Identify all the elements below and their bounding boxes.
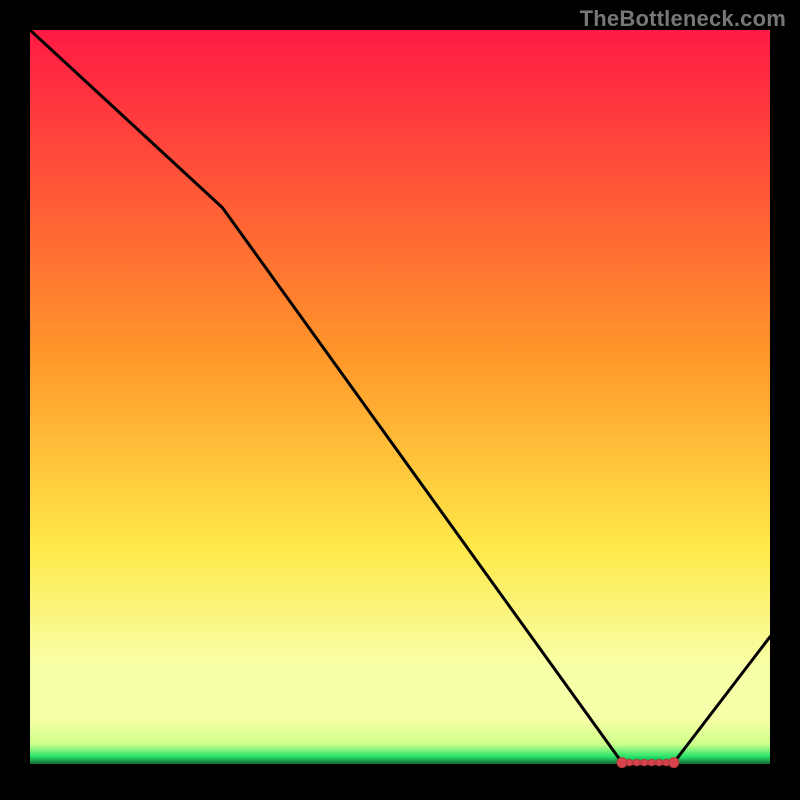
optimal-marker	[641, 759, 647, 765]
watermark-text: TheBottleneck.com	[580, 6, 786, 32]
chart-frame: TheBottleneck.com	[0, 0, 800, 800]
optimal-marker	[634, 759, 640, 765]
optimal-marker	[656, 759, 662, 765]
gradient-background	[30, 30, 770, 770]
optimal-marker	[669, 758, 679, 768]
optimal-marker	[617, 758, 627, 768]
optimal-marker	[626, 759, 632, 765]
optimal-marker	[648, 759, 654, 765]
plot-area	[30, 30, 770, 770]
chart-svg	[30, 30, 770, 770]
